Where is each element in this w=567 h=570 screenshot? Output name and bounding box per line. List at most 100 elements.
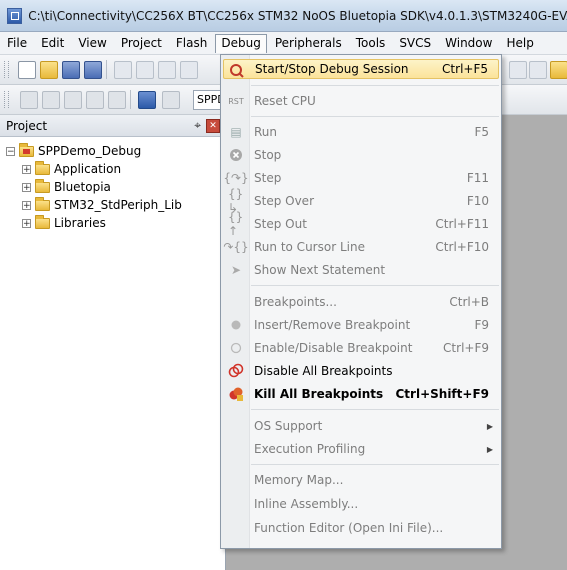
menu-item-step-over[interactable]: {}↳ Step Over F10: [223, 187, 499, 215]
menu-item-shortcut: Ctrl+B: [449, 295, 489, 309]
tree-group[interactable]: + Application: [0, 160, 225, 178]
disable-all-breakpoints-icon: [228, 363, 244, 379]
comment-icon[interactable]: [529, 61, 547, 79]
menu-peripherals[interactable]: Peripherals: [269, 34, 348, 52]
tree-group-label: Application: [54, 162, 122, 176]
menu-tools[interactable]: Tools: [350, 34, 392, 52]
menu-item-shortcut: F9: [474, 318, 489, 332]
menu-item-start-stop-debug[interactable]: Start/Stop Debug Session Ctrl+F5: [223, 59, 499, 79]
new-file-icon[interactable]: [18, 61, 36, 79]
toolbar-separator: [130, 90, 131, 109]
build-icon[interactable]: [42, 91, 60, 109]
menu-flash[interactable]: Flash: [170, 34, 213, 52]
expand-icon[interactable]: +: [22, 164, 31, 174]
cut-icon[interactable]: [114, 61, 132, 79]
folder-icon: [35, 214, 50, 229]
menu-item-inline-assembly[interactable]: Inline Assembly...: [223, 493, 499, 515]
menu-item-shortcut: F10: [466, 194, 489, 208]
window-title: C:\ti\Connectivity\CC256X BT\CC256x STM3…: [28, 8, 567, 23]
menu-window[interactable]: Window: [439, 34, 498, 52]
menu-item-function-editor[interactable]: Function Editor (Open Ini File)...: [223, 517, 499, 539]
folder-icon: [35, 178, 50, 193]
menu-item-run-to-cursor[interactable]: ↷{} Run to Cursor Line Ctrl+F10: [223, 236, 499, 258]
menu-item-label: Kill All Breakpoints: [254, 387, 384, 401]
menu-item-step-out[interactable]: {}↑ Step Out Ctrl+F11: [223, 210, 499, 238]
menu-help[interactable]: Help: [500, 34, 539, 52]
menu-separator: [251, 464, 499, 465]
collapse-icon[interactable]: −: [6, 146, 15, 156]
menu-project[interactable]: Project: [115, 34, 168, 52]
menu-item-execution-profiling[interactable]: Execution Profiling ▶: [223, 438, 499, 460]
menu-item-show-next-statement[interactable]: ➤ Show Next Statement: [223, 259, 499, 281]
indent-icon[interactable]: [509, 61, 527, 79]
target-options-icon[interactable]: [162, 91, 180, 109]
expand-icon[interactable]: +: [22, 200, 31, 210]
menu-item-reset-cpu[interactable]: RST Reset CPU: [223, 90, 499, 112]
menu-item-stop[interactable]: Stop: [223, 144, 499, 166]
menu-separator: [251, 285, 499, 286]
menu-item-label: Run: [254, 125, 278, 139]
toolbar-grip[interactable]: [4, 91, 9, 108]
menu-item-shortcut: Ctrl+Shift+F9: [395, 387, 490, 401]
menu-svcs[interactable]: SVCS: [393, 34, 437, 52]
menu-edit[interactable]: Edit: [35, 34, 70, 52]
menu-item-label: Run to Cursor Line: [254, 240, 365, 254]
menu-item-shortcut: F5: [474, 125, 489, 139]
reset-cpu-icon: RST: [228, 96, 244, 106]
project-panel-title: Project: [6, 118, 48, 133]
show-next-statement-icon: ➤: [230, 263, 242, 277]
menu-item-insert-remove-breakpoint[interactable]: Insert/Remove Breakpoint F9: [223, 314, 499, 336]
menu-view[interactable]: View: [72, 34, 112, 52]
expand-icon[interactable]: +: [22, 182, 31, 192]
menu-bar: File Edit View Project Flash Debug Perip…: [0, 32, 567, 55]
paste-icon[interactable]: [158, 61, 176, 79]
menu-item-kill-all-breakpoints[interactable]: Kill All Breakpoints Ctrl+Shift+F9: [223, 383, 499, 405]
step-out-icon: {}↑: [228, 210, 244, 238]
menu-separator: [251, 116, 499, 117]
project-folder-icon: [19, 142, 34, 157]
toolbar-separator: [106, 60, 107, 79]
tree-group-label: Bluetopia: [54, 180, 111, 194]
expand-icon[interactable]: +: [22, 218, 31, 228]
undo-icon[interactable]: [180, 61, 198, 79]
menu-file[interactable]: File: [1, 34, 33, 52]
stop-build-icon[interactable]: [108, 91, 126, 109]
menu-item-os-support[interactable]: OS Support ▶: [223, 415, 499, 437]
debug-menu: Start/Stop Debug Session Ctrl+F5 RST Res…: [220, 54, 502, 549]
menu-item-label: Memory Map...: [254, 473, 344, 487]
menu-item-enable-disable-breakpoint[interactable]: Enable/Disable Breakpoint Ctrl+F9: [223, 337, 499, 359]
pin-icon[interactable]: ⌖: [194, 118, 201, 133]
menu-debug[interactable]: Debug: [215, 33, 267, 53]
tree-group[interactable]: + Bluetopia: [0, 178, 225, 196]
menu-item-disable-all-breakpoints[interactable]: Disable All Breakpoints: [223, 360, 499, 382]
translate-icon[interactable]: [20, 91, 38, 109]
download-icon[interactable]: [138, 91, 156, 109]
tree-group[interactable]: + Libraries: [0, 214, 225, 232]
toolbar-grip[interactable]: [4, 61, 9, 78]
copy-icon[interactable]: [136, 61, 154, 79]
menu-item-step[interactable]: {↷} Step F11: [223, 167, 499, 189]
close-icon[interactable]: ✕: [206, 119, 220, 133]
project-tree: − SPPDemo_Debug + Application + Bluetopi…: [0, 137, 225, 232]
menu-item-label: Step Out: [254, 217, 307, 231]
tree-root-label: SPPDemo_Debug: [38, 144, 142, 158]
save-icon[interactable]: [62, 61, 80, 79]
menu-item-label: Show Next Statement: [254, 263, 386, 277]
menu-item-shortcut: Ctrl+F11: [435, 217, 489, 231]
batch-build-icon[interactable]: [86, 91, 104, 109]
save-all-icon[interactable]: [84, 61, 102, 79]
open-folder-icon[interactable]: [40, 61, 58, 79]
folder-icon: [35, 196, 50, 211]
enable-breakpoint-icon: [228, 340, 244, 356]
title-bar: C:\ti\Connectivity\CC256X BT\CC256x STM3…: [0, 0, 567, 32]
tree-group[interactable]: + STM32_StdPeriph_Lib: [0, 196, 225, 214]
project-panel-header: Project ⌖ ✕: [0, 115, 225, 137]
menu-item-breakpoints[interactable]: Breakpoints... Ctrl+B: [223, 291, 499, 313]
menu-item-run[interactable]: ▤ Run F5: [223, 121, 499, 143]
menu-item-memory-map[interactable]: Memory Map...: [223, 469, 499, 491]
tree-root[interactable]: − SPPDemo_Debug: [0, 142, 225, 160]
browse-icon[interactable]: [550, 61, 567, 79]
debug-session-icon: [229, 63, 245, 79]
menu-item-label: Stop: [254, 148, 282, 162]
rebuild-icon[interactable]: [64, 91, 82, 109]
